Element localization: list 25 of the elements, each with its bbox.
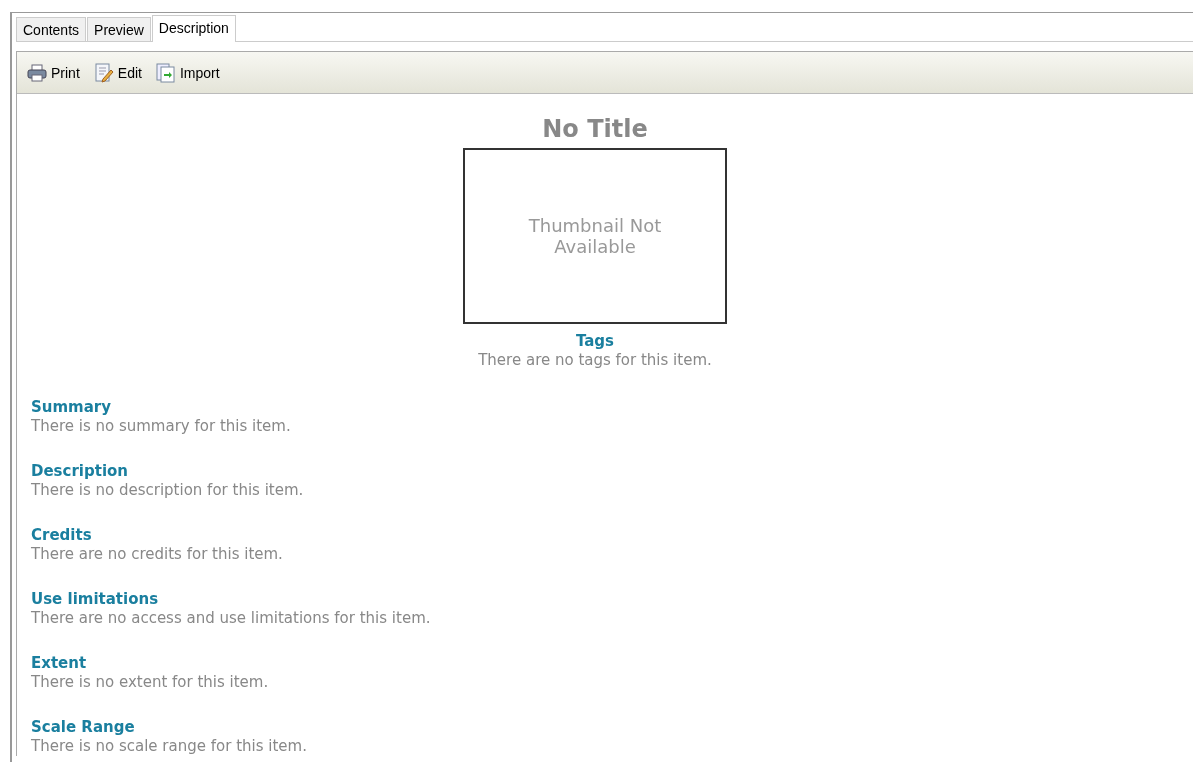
- section-heading: Credits: [31, 526, 93, 545]
- section-heading: Use limitations: [31, 590, 160, 609]
- section-heading: Description: [31, 462, 130, 481]
- section-text: There is no extent for this item.: [31, 673, 270, 692]
- section-heading: Extent: [31, 654, 88, 673]
- printer-icon: [27, 63, 47, 82]
- section-text: There are no tags for this item.: [478, 351, 712, 370]
- section-heading: Tags: [575, 332, 615, 351]
- section-text: There is no scale range for this item.: [31, 737, 308, 756]
- tab[interactable]: Contents: [16, 17, 87, 41]
- item-title: No Title: [542, 114, 648, 144]
- thumbnail-message: Thumbnail Not Available: [527, 215, 663, 257]
- import-button[interactable]: Import: [153, 60, 222, 85]
- section-text: There is no description for this item.: [31, 481, 305, 500]
- import-page-icon: [155, 62, 176, 83]
- section-text: There are no credits for this item.: [31, 545, 284, 564]
- print-button[interactable]: Print: [25, 61, 82, 84]
- tab[interactable]: Description: [151, 15, 236, 42]
- section-text: There are no access and use limitations for this item.: [31, 609, 432, 628]
- section-heading: Summary: [31, 398, 113, 417]
- edit-button[interactable]: Edit: [91, 60, 144, 85]
- section-text: There is no summary for this item.: [31, 417, 292, 436]
- section-heading: Scale Range: [31, 718, 136, 737]
- tab[interactable]: Preview: [87, 17, 151, 41]
- pencil-page-icon: [93, 62, 114, 83]
